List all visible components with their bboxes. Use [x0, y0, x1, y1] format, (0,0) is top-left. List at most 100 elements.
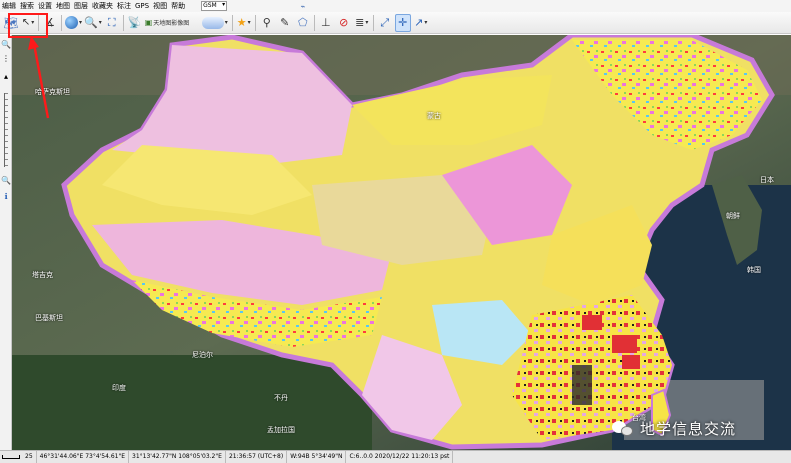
favorite-button[interactable]: ★ ▾ — [236, 14, 252, 32]
map-label-nepal: 尼泊尔 — [192, 351, 213, 359]
satellite-button[interactable]: 📡 — [127, 14, 143, 32]
app-window: 编辑 搜索 设置 地图 图层 收藏夹 标注 GPS 视图 帮助 GSM ⌁ 🗺 … — [0, 0, 791, 463]
map-label-japan: 日本 — [760, 176, 774, 184]
red-patch-1 — [582, 315, 602, 330]
globe-button[interactable]: ▾ — [65, 14, 82, 32]
measure-angle-button[interactable]: ∡ — [42, 14, 58, 32]
menu-layers[interactable]: 图层 — [72, 0, 90, 12]
select-tool-button[interactable]: ⤢ — [377, 14, 393, 32]
stop-icon: ⊘ — [339, 16, 349, 29]
toolbar-separator — [38, 14, 39, 31]
zoom-slider[interactable] — [4, 93, 8, 167]
star-icon: ★ — [236, 16, 247, 29]
toolbar-separator — [122, 14, 124, 31]
stop-button[interactable]: ⊘ — [336, 14, 352, 32]
cloud-layer-button[interactable]: ▾ — [201, 14, 229, 32]
layer-stack-button[interactable]: ≣ ▾ — [354, 14, 370, 32]
menu-view[interactable]: 视图 — [151, 0, 169, 12]
map-label-korea: 朝鲜 — [726, 212, 740, 220]
menu-settings[interactable]: 设置 — [36, 0, 54, 12]
southern-terrain — [12, 355, 372, 450]
info-tool-button[interactable]: ↗ ▾ — [413, 14, 429, 32]
add-placemark-button[interactable]: ⚲ — [259, 14, 275, 32]
menu-gps[interactable]: GPS — [133, 0, 151, 12]
chevron-down-icon: ▾ — [365, 19, 369, 26]
pointer-tool-button[interactable]: ✛ — [394, 13, 411, 32]
view-coordinates: 31°13'42.77"N 108°05'03.2"E — [129, 451, 226, 463]
layer-source-dropdown[interactable]: ↖ ▾ — [21, 14, 35, 32]
toolbar-separator — [231, 14, 233, 31]
info-pointer-icon: ↗ — [414, 16, 424, 29]
full-extent-button[interactable]: ⛶ — [104, 14, 120, 32]
map-label-korea-s: 韩国 — [747, 266, 761, 274]
cloud-layer-icon — [201, 16, 224, 29]
map-label-mongolia: 蒙古 — [427, 112, 441, 120]
chevron-down-icon: ▾ — [224, 19, 228, 26]
info-icon[interactable]: ℹ — [1, 191, 11, 201]
red-patch-3 — [622, 355, 640, 369]
red-patch-2 — [612, 335, 637, 353]
coordinate-system-select[interactable]: GSM — [201, 1, 228, 11]
left-toolstrip: 🔍 ⋮ ▴ 🔍 ℹ — [0, 35, 12, 450]
full-extent-icon: ⛶ — [107, 15, 116, 29]
cursor-coordinates: 46°31'44.06"E 73°4'54.61"E — [37, 451, 130, 463]
layer-source-button[interactable]: 🗺 — [3, 14, 19, 32]
scale-bar-icon — [2, 455, 20, 459]
map-view[interactable]: 哈萨克斯坦 塔吉克 巴基斯坦 尼泊尔 印度 不丹 孟加拉国 蒙古 朝鲜 韩国 日… — [12, 35, 791, 450]
zoom-search-button[interactable]: 🔍 ▾ — [84, 14, 102, 32]
watermark: 地学信息交流 — [612, 414, 736, 442]
menu-map[interactable]: 地图 — [54, 0, 72, 12]
toolbar-separator — [254, 14, 256, 31]
chevron-down-icon: ▾ — [79, 19, 83, 26]
pushpin-icon: ⚲ — [262, 16, 271, 29]
zoom-scale-top-icon[interactable]: ▴ — [1, 71, 11, 81]
select-tool-icon: ⤢ — [380, 15, 390, 29]
pointer-icon: ✛ — [398, 16, 408, 29]
menu-favorites[interactable]: 收藏夹 — [90, 0, 115, 12]
draw-path-button[interactable]: ✎ — [277, 14, 293, 32]
globe-icon — [65, 16, 78, 29]
path-icon: ✎ — [280, 16, 290, 29]
angle-icon: ∡ — [45, 16, 55, 29]
map-label-tajik: 塔吉克 — [32, 271, 53, 279]
layer-stack-icon: ≣ — [355, 16, 365, 29]
ruler-icon: ⊥ — [320, 16, 331, 29]
map-layers-icon: 🗺 — [3, 15, 19, 30]
toolbar-separator — [61, 14, 62, 31]
chevron-down-icon: ▾ — [247, 19, 251, 26]
menu-edit[interactable]: 编辑 — [0, 0, 18, 12]
toolbar-separator — [372, 14, 374, 31]
toolbar: 🗺 ↖ ▾ ∡ ▾ 🔍 ▾ ⛶ 📡 ▣ 天地图影像图 ▾ ★ ▾ ⚲ ✎ ⬠ ⊥… — [0, 12, 791, 34]
map-label-pakistan: 巴基斯坦 — [35, 314, 63, 322]
basemap-select[interactable]: ▣ 天地图影像图 — [145, 14, 199, 32]
pan-handle-icon[interactable]: ⋮ — [1, 53, 11, 63]
menu-bar: 编辑 搜索 设置 地图 图层 收藏夹 标注 GPS 视图 帮助 GSM ⌁ — [0, 0, 791, 12]
magnifier-icon: 🔍 — [84, 16, 98, 29]
basemap-select-label: 天地图影像图 — [153, 20, 190, 27]
menu-annotations[interactable]: 标注 — [115, 0, 133, 12]
status-tail: C:6..0.0 2020/12/22 11:20:13 pst — [346, 451, 454, 463]
chevron-down-icon: ▾ — [31, 19, 35, 26]
watermark-text: 地学信息交流 — [640, 419, 737, 438]
zoom-out-icon[interactable]: 🔍 — [1, 175, 11, 185]
status-time: 21:36:57 (UTC+8) — [226, 451, 288, 463]
draw-polygon-button[interactable]: ⬠ — [295, 14, 311, 32]
polygon-icon: ⬠ — [297, 16, 308, 29]
map-label-india: 印度 — [112, 384, 126, 392]
map-label-bangladesh: 孟加拉国 — [267, 426, 295, 434]
status-extra: W:94B 5°34'49"N — [287, 451, 347, 463]
dark-patch — [572, 365, 592, 405]
menu-search[interactable]: 搜索 — [18, 0, 36, 12]
map-label-kazakh: 哈萨克斯坦 — [35, 88, 70, 96]
wechat-icon — [612, 419, 634, 437]
chevron-down-icon: ▾ — [424, 19, 428, 26]
wechat-bubble-small — [621, 426, 633, 436]
ruler-button[interactable]: ⊥ — [318, 14, 334, 32]
status-bar: 25 46°31'44.06"E 73°4'54.61"E 31°13'42.7… — [0, 450, 791, 463]
satellite-dish-icon: 📡 — [127, 16, 142, 29]
menu-help[interactable]: 帮助 — [169, 0, 187, 12]
link-icon[interactable]: ⌁ — [297, 1, 309, 11]
zoom-in-icon[interactable]: 🔍 — [1, 39, 11, 49]
arrow-cursor-icon: ↖ — [21, 17, 31, 28]
basemap-icon: ▣ — [144, 18, 153, 27]
